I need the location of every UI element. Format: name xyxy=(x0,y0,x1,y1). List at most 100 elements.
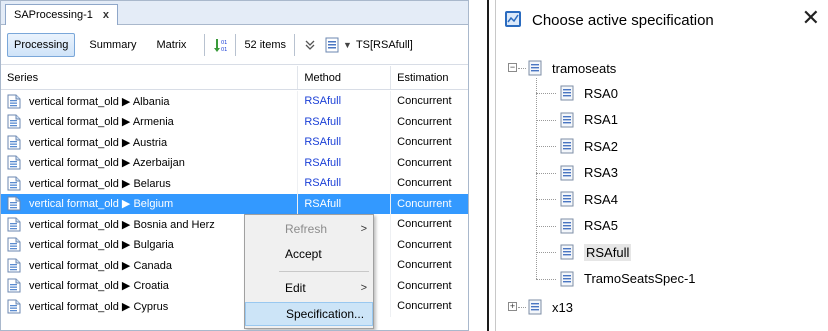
document-icon xyxy=(7,217,29,232)
spec-icon xyxy=(560,191,584,207)
spec-icon xyxy=(560,85,584,101)
estimation-cell: Concurrent xyxy=(390,152,468,173)
spec-icon xyxy=(560,244,584,260)
close-icon[interactable]: ✕ xyxy=(802,7,820,29)
series-name: vertical format_old ▶ Austria xyxy=(29,136,168,149)
tab-close-icon[interactable]: x xyxy=(103,9,109,21)
document-icon xyxy=(7,278,29,293)
tree-node-label: TramoSeatsSpec-1 xyxy=(584,271,696,286)
tree-connector xyxy=(536,199,556,200)
tab-saprocessing[interactable]: SAProcessing-1 x xyxy=(5,4,118,25)
method-cell[interactable]: RSAfull xyxy=(297,132,390,153)
toolbar: Processing Summary Matrix 01 01 52 items … xyxy=(1,25,468,65)
tree-node-rsa2[interactable]: RSA2 xyxy=(560,134,618,158)
document-icon xyxy=(7,114,29,129)
table-row[interactable]: vertical format_old ▶ Cyprus Concurrent xyxy=(1,296,468,317)
menu-item-edit[interactable]: Edit > xyxy=(245,276,373,300)
ts-selector[interactable]: TS[RSAfull] xyxy=(356,39,413,51)
document-icon xyxy=(7,155,29,170)
menu-item-accept[interactable]: Accept xyxy=(245,242,373,266)
sort-icon[interactable]: 01 01 xyxy=(212,37,228,53)
items-count: 52 items xyxy=(244,38,287,51)
series-cell: vertical format_old ▶ Armenia xyxy=(1,114,297,129)
tab-processing[interactable]: Processing xyxy=(7,32,76,57)
table-row[interactable]: vertical format_old ▶ Croatia Concurrent xyxy=(1,275,468,296)
spec-icon xyxy=(528,60,552,76)
tab-summary[interactable]: Summary xyxy=(83,33,142,57)
dropdown-arrow-icon[interactable]: ▼ xyxy=(343,40,352,50)
tab-matrix[interactable]: Matrix xyxy=(150,33,192,57)
tree-node-label: RSA2 xyxy=(584,138,618,154)
series-cell: vertical format_old ▶ Albania xyxy=(1,94,297,109)
column-header-series[interactable]: Series xyxy=(1,66,297,89)
column-header-method[interactable]: Method xyxy=(297,66,390,89)
table-row[interactable]: vertical format_old ▶ Belarus RSAfull Conc… xyxy=(1,173,468,194)
method-cell[interactable]: RSAfull xyxy=(297,91,390,112)
tree-node-tramoseatsspec-1[interactable]: TramoSeatsSpec-1 xyxy=(560,267,696,291)
method-cell[interactable]: RSAfull xyxy=(297,111,390,132)
table-row[interactable]: vertical format_old ▶ Armenia RSAfull Conc… xyxy=(1,111,468,132)
context-menu: Refresh > Accept Edit > Specification... xyxy=(244,214,374,329)
table-row[interactable]: vertical format_old ▶ Austria RSAfull Conc… xyxy=(1,132,468,153)
column-header-estimation[interactable]: Estimation xyxy=(390,66,468,89)
document-icon xyxy=(7,237,29,252)
filter-icon[interactable] xyxy=(302,37,318,53)
document-tab-strip: SAProcessing-1 x xyxy=(1,1,468,25)
table-row[interactable]: vertical format_old ▶ Albania RSAfull Conc… xyxy=(1,91,468,112)
tree-node-label: RSA3 xyxy=(584,165,618,180)
menu-item-label: Accept xyxy=(285,247,322,261)
tree-node-rsa4[interactable]: RSA4 xyxy=(560,187,618,211)
spec-icon[interactable] xyxy=(324,37,340,53)
table-row[interactable]: vertical format_old ▶ Bosnia and Herz Con… xyxy=(1,214,468,235)
document-icon xyxy=(7,176,29,191)
tree-node-rsa1[interactable]: RSA1 xyxy=(560,108,618,132)
estimation-cell: Concurrent xyxy=(390,275,468,296)
method-cell[interactable]: RSAfull xyxy=(297,173,390,194)
collapse-expander[interactable]: − xyxy=(508,63,517,72)
estimation-cell: Concurrent xyxy=(390,132,468,153)
tree-node-x13[interactable]: x13 xyxy=(528,295,573,319)
tree-connector xyxy=(536,78,537,279)
tree-connector xyxy=(536,252,556,253)
series-name: vertical format_old ▶ Armenia xyxy=(29,116,174,129)
tree-connector xyxy=(536,119,556,121)
tree-node-rsafull[interactable]: RSAfull xyxy=(560,240,632,264)
spec-icon xyxy=(560,165,584,181)
sa-processing-panel: SAProcessing-1 x Processing Summary Matr… xyxy=(0,0,469,331)
table-row[interactable]: vertical format_old ▶ Canada Concurrent xyxy=(1,255,468,276)
document-icon xyxy=(7,258,29,273)
expand-expander[interactable]: + xyxy=(508,302,517,311)
table-row[interactable]: vertical format_old ▶ Azerbaijan RSAfull C… xyxy=(1,152,468,173)
method-cell[interactable]: RSAfull xyxy=(297,152,390,173)
tree-connector xyxy=(536,93,556,94)
menu-item-label: Specification... xyxy=(286,307,365,321)
series-cell: vertical format_old ▶ Belarus xyxy=(1,176,297,191)
spec-icon xyxy=(560,112,584,128)
tree-node-label: tramoseats xyxy=(552,60,617,76)
tree-node-label: x13 xyxy=(552,299,573,315)
spec-icon xyxy=(560,271,584,287)
table-row[interactable]: vertical format_old ▶ Belgium RSAfull Conc… xyxy=(1,193,468,214)
series-cell: vertical format_old ▶ Austria xyxy=(1,135,297,150)
table-row[interactable]: vertical format_old ▶ Bulgaria Concurrent xyxy=(1,234,468,255)
tree-node-rsa5[interactable]: RSA5 xyxy=(560,214,618,238)
estimation-cell: Concurrent xyxy=(390,214,468,235)
tree-node-rsa0[interactable]: RSA0 xyxy=(560,81,618,105)
svg-text:01: 01 xyxy=(221,40,227,46)
series-cell: vertical format_old ▶ Belgium xyxy=(1,196,298,212)
menu-item-refresh[interactable]: Refresh > xyxy=(245,217,373,241)
menu-item-specification[interactable]: Specification... xyxy=(245,302,373,326)
series-name: vertical format_old ▶ Azerbaijan xyxy=(29,157,185,170)
tab-title: SAProcessing-1 xyxy=(14,9,93,21)
series-name: vertical format_old ▶ Bulgaria xyxy=(29,239,174,252)
tree-connector xyxy=(518,307,526,308)
estimation-cell: Concurrent xyxy=(390,173,468,194)
table-header: Series Method Estimation xyxy=(1,66,468,90)
tree-node-tramoseats[interactable]: tramoseats xyxy=(528,56,616,80)
tree-node-label: RSAfull xyxy=(584,243,632,261)
app-icon xyxy=(504,10,522,31)
tree-node-rsa3[interactable]: RSA3 xyxy=(560,161,618,185)
estimation-cell: Concurrent xyxy=(390,193,468,214)
tree-node-label: RSA0 xyxy=(584,85,618,101)
method-cell[interactable]: RSAfull xyxy=(297,193,391,214)
